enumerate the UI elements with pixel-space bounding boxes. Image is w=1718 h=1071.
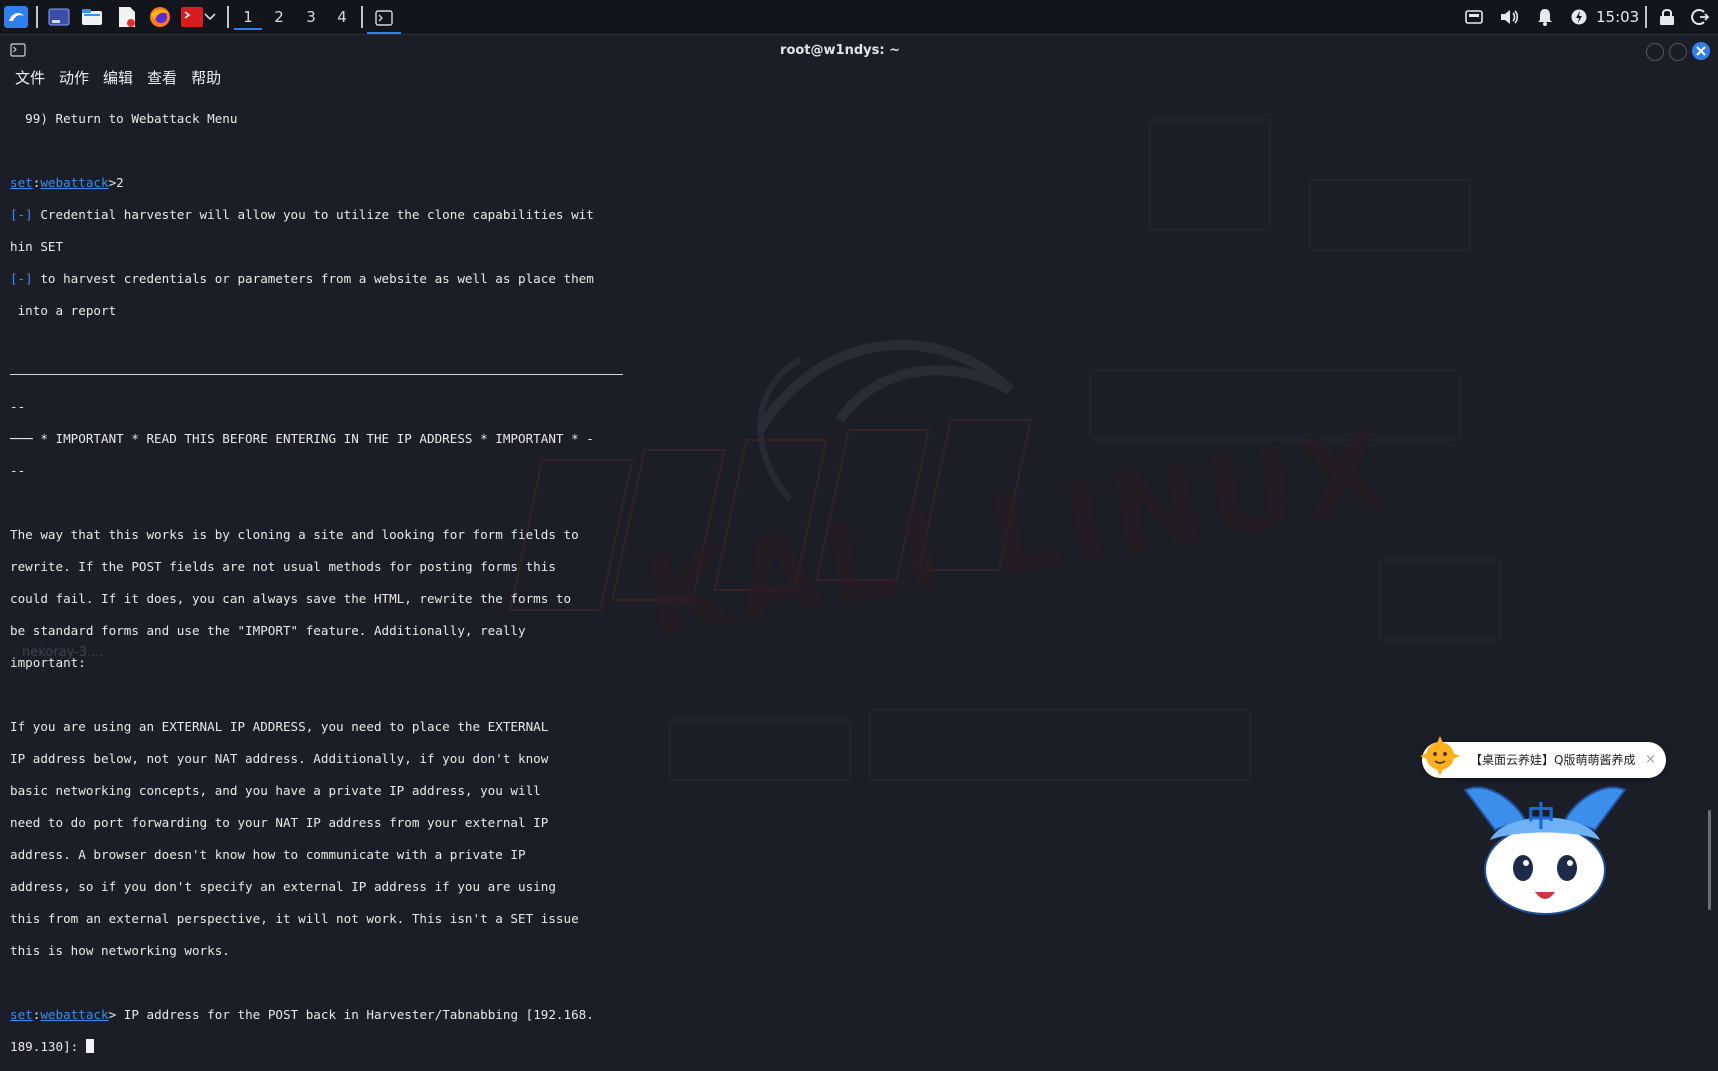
info-text: to harvest credentials or parameters fro… (32, 271, 594, 286)
workspace-1[interactable]: 1 (234, 6, 262, 30)
command-text: >2 (108, 175, 124, 190)
terminal-titlebar[interactable]: root@w1ndys: ~ (0, 38, 1718, 66)
panel-separator (361, 6, 363, 28)
workspace-4[interactable]: 4 (328, 6, 356, 28)
prompt-module: webattack (40, 1007, 109, 1022)
taskbar-terminal-button[interactable] (367, 4, 401, 34)
display-icon[interactable] (1462, 6, 1486, 28)
menu-action[interactable]: 动作 (52, 66, 96, 90)
volume-icon[interactable] (1497, 6, 1521, 28)
workspace-2[interactable]: 2 (265, 6, 293, 28)
terminal-output[interactable]: 99) Return to Webattack Menu set:webatta… (10, 95, 650, 1071)
info-text: Credential harvester will allow you to u… (32, 207, 594, 222)
notification-bell-icon[interactable] (1533, 6, 1557, 28)
panel-separator (227, 6, 229, 28)
terminal-line: basic networking concepts, and you have … (10, 783, 541, 798)
terminal-scrollbar[interactable] (1708, 810, 1711, 910)
terminal-window-icon (375, 10, 393, 26)
terminal-line: important: (10, 655, 86, 670)
prompt-set: set (10, 175, 33, 190)
terminal-line: 99) Return to Webattack Menu (10, 111, 238, 126)
menu-help[interactable]: 帮助 (184, 66, 228, 90)
terminal-line: be standard forms and use the "IMPORT" f… (10, 623, 526, 638)
prompt-set: set (10, 1007, 33, 1022)
terminal-line: rewrite. If the POST fields are not usua… (10, 559, 556, 574)
terminal-line: set:webattack>2 (10, 175, 650, 191)
terminal-line: hin SET (10, 239, 64, 254)
firefox-icon[interactable] (148, 6, 172, 28)
power-manager-icon[interactable] (1567, 6, 1591, 28)
terminal-line: this from an external perspective, it wi… (10, 911, 579, 926)
window-title: root@w1ndys: ~ (780, 43, 900, 58)
terminal-launcher-icon[interactable] (180, 6, 204, 28)
desktop-pet-notification[interactable]: 【桌面云养娃】Q版萌萌酱养成 × (1420, 736, 1666, 778)
close-button[interactable] (1692, 42, 1710, 60)
terminal-line: [-] Credential harvester will allow you … (10, 207, 650, 223)
terminal-line: -- (10, 463, 26, 478)
menu-edit[interactable]: 编辑 (96, 66, 140, 90)
minimize-button[interactable] (1646, 43, 1664, 61)
clock[interactable]: 15:03 (1596, 6, 1639, 28)
ip-prompt-text: 189.130]: (10, 1039, 86, 1054)
terminal-line: into a report (10, 303, 117, 318)
ime-language-label: 中 (1527, 800, 1556, 833)
notification-close-button[interactable]: × (1645, 742, 1656, 778)
sun-mascot-icon (1420, 736, 1460, 776)
panel-separator (1645, 6, 1647, 28)
terminal-line: this is how networking works. (10, 943, 230, 958)
text-editor-icon[interactable] (115, 6, 139, 28)
text-cursor (85, 1039, 94, 1053)
panel-separator (36, 6, 38, 28)
important-line: ─── * IMPORTANT * READ THIS BEFORE ENTER… (10, 431, 594, 446)
terminal-line: IP address below, not your NAT address. … (10, 751, 549, 766)
menu-file[interactable]: 文件 (8, 66, 52, 90)
terminal-line: need to do port forwarding to your NAT I… (10, 815, 549, 830)
info-marker: [-] (10, 271, 33, 286)
close-icon (1696, 46, 1706, 56)
terminal-line: set:webattack> IP address for the POST b… (10, 1007, 650, 1023)
show-desktop-icon[interactable] (47, 6, 71, 28)
maximize-button[interactable] (1669, 43, 1687, 61)
terminal-line: -- (10, 399, 26, 414)
notification-text: 【桌面云养娃】Q版萌萌酱养成 (1470, 753, 1636, 767)
prompt-colon: : (32, 1007, 41, 1022)
terminal-rule (10, 367, 650, 383)
menu-view[interactable]: 查看 (140, 66, 184, 90)
info-marker: [-] (10, 207, 33, 222)
ip-prompt-text: > IP address for the POST back in Harves… (108, 1007, 594, 1022)
kali-logo-text: KALI LINUX (634, 405, 1403, 663)
workspace-3[interactable]: 3 (297, 6, 325, 28)
top-panel: 1 2 3 4 15:03 (0, 0, 1718, 35)
terminal-line: address. A browser doesn't know how to c… (10, 847, 526, 862)
chevron-down-icon[interactable] (202, 6, 218, 28)
menu-bar: 文件 动作 编辑 查看 帮助 (8, 66, 228, 90)
kali-menu-icon[interactable] (4, 6, 28, 28)
terminal-input-line[interactable]: 189.130]: (10, 1039, 650, 1055)
terminal-line: If you are using an EXTERNAL IP ADDRESS,… (10, 719, 549, 734)
lock-screen-icon[interactable] (1655, 6, 1679, 28)
terminal-line: address, so if you don't specify an exte… (10, 879, 556, 894)
terminal-line: The way that this works is by cloning a … (10, 527, 579, 542)
terminal-line: [-] to harvest credentials or parameters… (10, 271, 650, 287)
prompt-module: webattack (40, 175, 109, 190)
file-manager-icon[interactable] (80, 6, 104, 28)
terminal-line: could fail. If it does, you can always s… (10, 591, 572, 606)
logout-icon[interactable] (1688, 6, 1712, 28)
